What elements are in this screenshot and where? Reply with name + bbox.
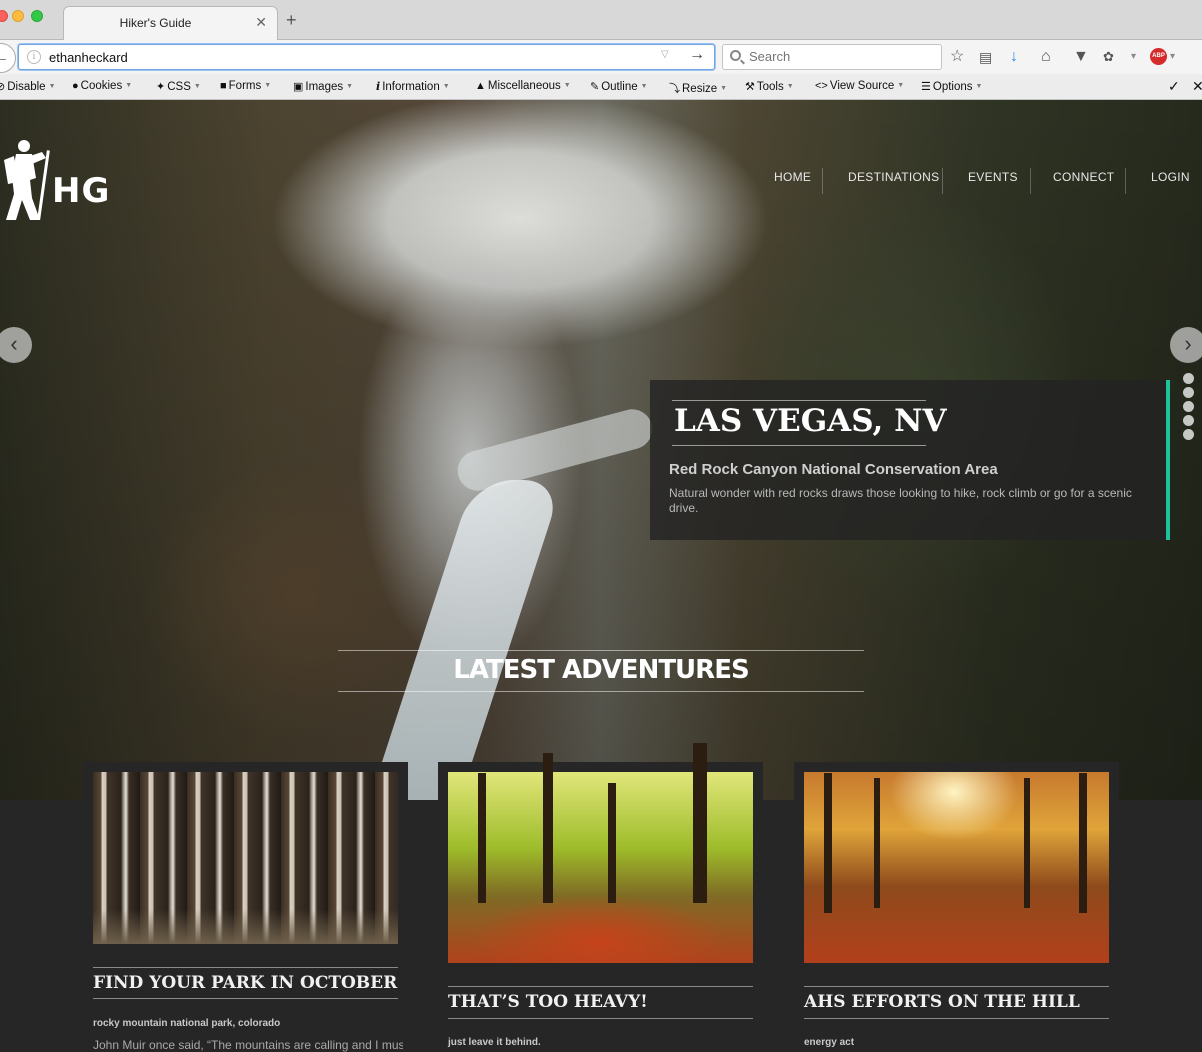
pocket-icon[interactable]: ▼ — [1073, 47, 1089, 67]
adventure-card[interactable]: AHS EFFORTS ON THE HILL energy act — [794, 762, 1119, 1052]
outline-pencil-icon: ✎ — [590, 81, 600, 93]
search-input[interactable] — [749, 49, 929, 64]
forms-icon: ■ — [220, 80, 227, 92]
home-icon[interactable]: ⌂ — [1041, 47, 1051, 67]
dev-menu-cookies[interactable]: ● Cookies ▼ — [72, 80, 132, 92]
cookies-icon: ● — [72, 80, 79, 92]
extension-icon[interactable]: ✿ — [1103, 47, 1114, 67]
adventure-card[interactable]: FIND YOUR PARK IN OCTOBER rocky mountain… — [83, 762, 408, 1052]
download-icon[interactable]: ↓ — [1010, 47, 1018, 67]
slider-dot[interactable] — [1183, 415, 1194, 426]
dev-menu-disable[interactable]: ⊘ Disable ▼ — [0, 80, 56, 93]
close-toolbar-icon[interactable]: ✕ — [1192, 78, 1202, 95]
card-image-autumn-forest[interactable] — [448, 743, 753, 963]
card-image-autumn-path[interactable] — [804, 772, 1109, 963]
search-icon — [730, 50, 741, 61]
reading-list-icon[interactable]: ▤ — [979, 47, 992, 67]
tab-title: Hiker's Guide — [119, 16, 192, 30]
nav-destinations[interactable]: DESTINATIONS — [848, 170, 939, 184]
nav-login[interactable]: LOGIN — [1151, 170, 1190, 184]
slider-dot[interactable] — [1183, 429, 1194, 440]
dev-menu-tools[interactable]: ⚒ Tools ▼ — [745, 80, 794, 93]
extension-dropdown-icon[interactable]: ▾ — [1131, 47, 1136, 67]
dev-menu-options[interactable]: ☰ Options ▼ — [921, 80, 982, 93]
search-box[interactable] — [722, 44, 942, 70]
chevron-right-icon: › — [1184, 331, 1192, 356]
card-text: John Muir once said, “The mountains are … — [93, 1038, 403, 1052]
window-minimize-button[interactable] — [12, 10, 24, 22]
url-history-dropdown-icon[interactable]: ▽ — [661, 49, 669, 60]
information-icon: i — [376, 80, 381, 93]
view-source-icon: <> — [815, 80, 828, 92]
card-tag: energy act — [804, 1037, 855, 1048]
dev-menu-resize[interactable]: ⤵ Resize ▼ — [669, 80, 727, 96]
new-tab-button[interactable]: + — [286, 10, 297, 31]
dev-menu-view-source[interactable]: <> View Source ▼ — [815, 80, 904, 92]
info-icon[interactable]: i — [27, 50, 41, 64]
site-logo[interactable]: HG — [2, 138, 109, 227]
adblock-icon[interactable]: ABP — [1150, 48, 1167, 65]
web-developer-toolbar: ⊘ Disable ▼ ● Cookies ▼ ✦ CSS ▼ ■ Forms ▼ ▣ Image… — [0, 74, 1202, 100]
browser-nav-bar: ← i ▽ → ☆ ▤ ↓ ⌂ ▼ ✿ ▾ ABP ▾ — [0, 40, 1202, 74]
adventure-card[interactable]: THAT’S TOO HEAVY! just leave it behind. — [438, 743, 763, 1052]
miscellaneous-icon: ▲ — [475, 80, 486, 92]
slider-dots — [1183, 373, 1194, 443]
options-sliders-icon: ☰ — [921, 81, 931, 93]
nav-home[interactable]: HOME — [774, 170, 811, 184]
slide-description: Natural wonder with red rocks draws thos… — [669, 486, 1132, 515]
css-icon: ✦ — [156, 81, 166, 93]
card-tag: rocky mountain national park, colorado — [93, 1018, 281, 1029]
logo-text: HG — [52, 171, 111, 211]
slider-dot[interactable] — [1183, 401, 1194, 412]
card-title[interactable]: THAT’S TOO HEAVY! — [448, 992, 758, 1012]
slider-dot[interactable] — [1183, 373, 1194, 384]
nav-events[interactable]: EVENTS — [968, 170, 1018, 184]
latest-adventures-title: LATEST ADVENTURES — [453, 655, 749, 685]
url-bar[interactable]: i ▽ → — [18, 44, 715, 70]
browser-tab-bar: Hiker's Guide ✕ + — [0, 0, 1202, 41]
card-title[interactable]: AHS EFFORTS ON THE HILL — [804, 992, 1114, 1012]
hiker-icon — [4, 140, 50, 220]
dev-menu-css[interactable]: ✦ CSS ▼ — [156, 80, 201, 93]
slider-dot[interactable] — [1183, 387, 1194, 398]
dev-menu-outline[interactable]: ✎ Outline ▼ — [590, 80, 648, 93]
adblock-dropdown-icon[interactable]: ▾ — [1170, 47, 1175, 67]
slide-place: Red Rock Canyon National Conservation Ar… — [669, 461, 998, 478]
back-button[interactable]: ← — [0, 43, 16, 73]
latest-adventures-header: LATEST ADVENTURES — [338, 650, 864, 692]
tab-close-icon[interactable]: ✕ — [255, 14, 267, 31]
tools-wrench-icon: ⚒ — [745, 81, 755, 93]
go-arrow-icon[interactable]: → — [689, 46, 705, 64]
dev-menu-miscellaneous[interactable]: ▲ Miscellaneous ▼ — [475, 80, 571, 92]
slide-city: LAS VEGAS, NV — [674, 403, 947, 439]
resize-icon: ⤵ — [669, 83, 680, 95]
slider-next-button[interactable]: › — [1170, 327, 1202, 363]
nav-connect[interactable]: CONNECT — [1053, 170, 1114, 184]
dev-menu-images[interactable]: ▣ Images ▼ — [293, 80, 353, 93]
window-close-button[interactable] — [0, 10, 8, 22]
chevron-left-icon: ‹ — [10, 331, 18, 356]
dev-menu-forms[interactable]: ■ Forms ▼ — [220, 80, 271, 92]
dev-menu-information[interactable]: i Information ▼ — [376, 80, 450, 93]
disable-icon: ⊘ — [0, 81, 6, 93]
bookmark-star-icon[interactable]: ☆ — [950, 47, 964, 67]
url-input[interactable] — [49, 48, 649, 67]
window-maximize-button[interactable] — [31, 10, 43, 22]
card-image-birch-forest[interactable] — [93, 772, 398, 944]
images-icon: ▣ — [293, 81, 304, 93]
slide-caption[interactable]: LAS VEGAS, NV Red Rock Canyon National C… — [650, 380, 1170, 540]
browser-tab[interactable]: Hiker's Guide ✕ — [63, 6, 278, 41]
checkmark-icon[interactable]: ✓ — [1168, 78, 1180, 95]
card-title[interactable]: FIND YOUR PARK IN OCTOBER — [93, 973, 403, 993]
card-tag: just leave it behind. — [448, 1037, 541, 1048]
